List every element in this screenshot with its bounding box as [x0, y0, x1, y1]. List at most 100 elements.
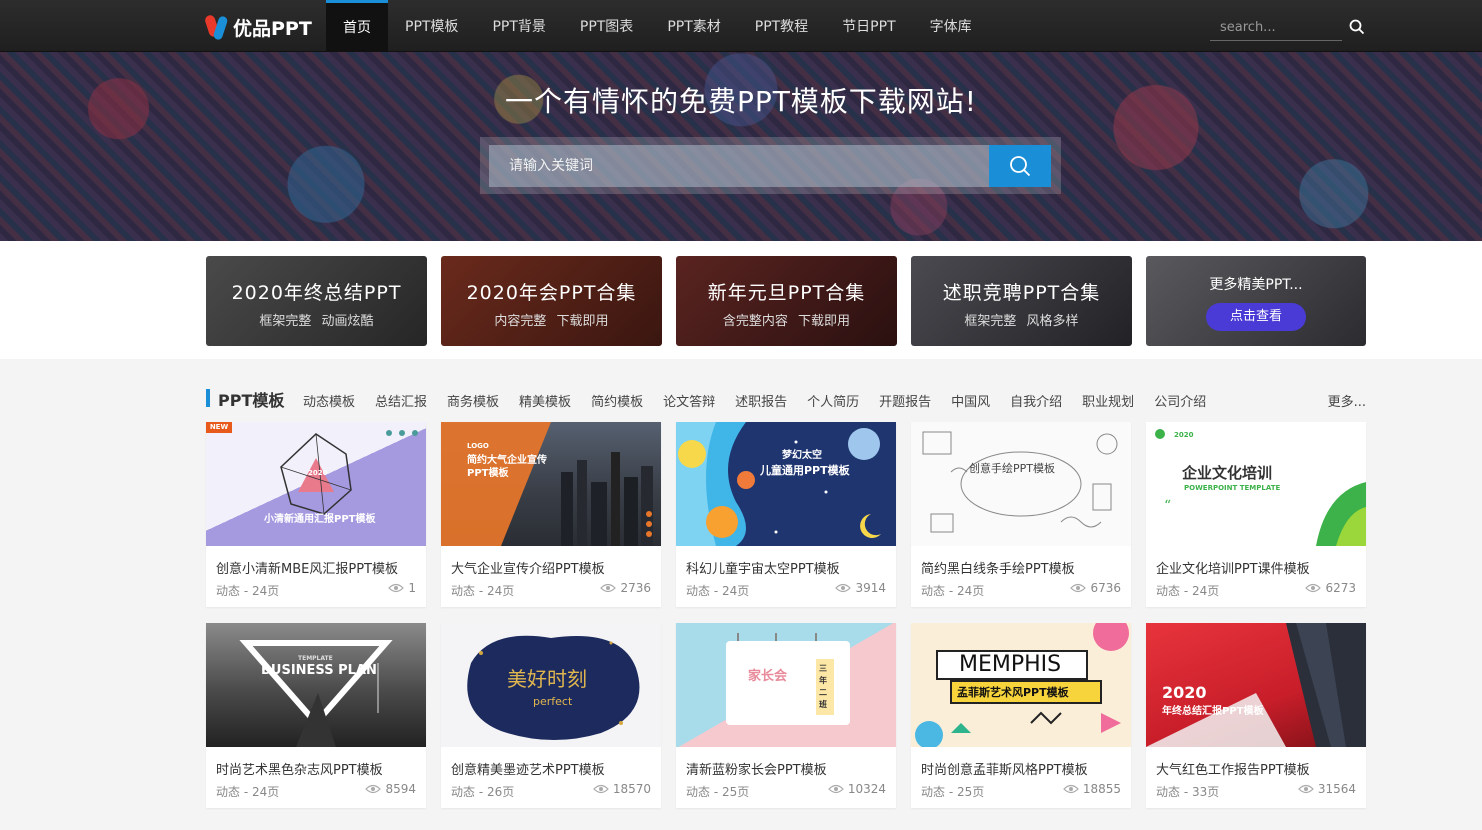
logo-text: 优品PPT: [233, 17, 312, 40]
promo-banner-job-report[interactable]: 述职竞聘PPT合集 框架完整 风格多样: [911, 256, 1132, 346]
thumb-subtitle: perfect: [533, 695, 573, 708]
category-tab[interactable]: 动态模板: [303, 391, 355, 410]
template-title[interactable]: 大气红色工作报告PPT模板: [1156, 759, 1310, 778]
promo-banner-annual-meeting[interactable]: 2020年会PPT合集 内容完整 下载即用: [441, 256, 662, 346]
banner-subtitle: 内容完整 下载即用: [494, 314, 609, 329]
template-card[interactable]: 创意手绘PPT模板 简约黑白线条手绘PPT模板 动态 - 24页 6736: [911, 422, 1131, 607]
template-meta: 动态 - 25页: [686, 785, 750, 799]
template-thumbnail[interactable]: “ 2020 企业文化培训 POWERPOINT TEMPLATE: [1146, 422, 1366, 546]
thumb-year: 2020: [308, 469, 328, 477]
view-count: 8594: [365, 782, 416, 796]
category-tab[interactable]: 中国风: [951, 391, 990, 410]
template-title[interactable]: 企业文化培训PPT课件模板: [1156, 558, 1310, 577]
template-card[interactable]: TEMPLATE BUSINESS PLAN 时尚艺术黑色杂志风PPT模板 动态…: [206, 623, 426, 808]
thumb-tag: 梦幻太空: [782, 450, 822, 461]
category-tab[interactable]: 述职报告: [735, 391, 787, 410]
category-tab[interactable]: 精美模板: [519, 391, 571, 410]
template-thumbnail[interactable]: LOGO 简约大气企业宣传PPT模板: [441, 422, 661, 546]
new-badge: NEW: [206, 422, 232, 433]
site-logo[interactable]: 优品PPT: [203, 12, 312, 42]
template-card[interactable]: NEW 2020 小清新通用汇报PPT模板 创意小清新MBE风汇报PPT模板 动…: [206, 422, 426, 607]
nav-item-home[interactable]: 首页: [326, 0, 388, 52]
template-title[interactable]: 简约黑白线条手绘PPT模板: [921, 558, 1075, 577]
eye-icon: [827, 784, 844, 794]
template-thumbnail[interactable]: 创意手绘PPT模板: [911, 422, 1131, 546]
calendar-illustration: [726, 633, 850, 725]
thumb-subtitle: POWERPOINT TEMPLATE: [1184, 484, 1281, 492]
template-card[interactable]: “ 2020 企业文化培训 POWERPOINT TEMPLATE 企业文化培训…: [1146, 422, 1366, 607]
thumb-year: 2020: [1174, 431, 1194, 439]
category-tab[interactable]: 总结汇报: [375, 391, 427, 410]
hero-title: 一个有情怀的免费PPT模板下载网站!: [504, 85, 978, 118]
template-card[interactable]: 梦幻太空 儿童通用PPT模板 科幻儿童宇宙太空PPT模板 动态 - 24页 39…: [676, 422, 896, 607]
category-tab[interactable]: 职业规划: [1082, 391, 1134, 410]
nav-item-ppt-backgrounds[interactable]: PPT背景: [475, 0, 562, 52]
category-tab[interactable]: 自我介绍: [1010, 391, 1062, 410]
template-thumbnail[interactable]: NEW 2020 小清新通用汇报PPT模板: [206, 422, 426, 546]
template-meta: 动态 - 26页: [451, 785, 515, 799]
view-count: 31564: [1297, 782, 1356, 796]
template-thumbnail[interactable]: 2020 年终总结汇报PPT模板: [1146, 623, 1366, 747]
eye-icon: [1305, 583, 1322, 593]
view-more-button[interactable]: 点击查看: [1206, 303, 1306, 331]
promo-banner-year-end[interactable]: 2020年终总结PPT 框架完整 动画炫酷: [206, 256, 427, 346]
nav-item-fonts[interactable]: 字体库: [913, 0, 989, 52]
view-count: 6273: [1305, 581, 1356, 595]
nav-item-ppt-charts[interactable]: PPT图表: [563, 0, 650, 52]
nav-search-input[interactable]: [1210, 14, 1330, 40]
view-count-value: 3914: [855, 581, 886, 595]
hero-search-box: [480, 137, 1061, 194]
template-meta: 动态 - 25页: [921, 785, 985, 799]
template-title[interactable]: 创意精美墨迹艺术PPT模板: [451, 759, 605, 778]
promo-banner-more[interactable]: 更多精美PPT... 点击查看: [1146, 256, 1366, 346]
template-thumbnail[interactable]: TEMPLATE BUSINESS PLAN: [206, 623, 426, 747]
thumb-title: 家长会: [748, 669, 788, 684]
thumb-subtitle: 孟菲斯艺术风PPT模板: [957, 686, 1069, 699]
banner-title: 2020年会PPT合集: [466, 282, 637, 304]
template-title[interactable]: 创意小清新MBE风汇报PPT模板: [216, 558, 398, 577]
template-card[interactable]: LOGO 简约大气企业宣传PPT模板 大气企业宣传介绍PPT模板 动态 - 24…: [441, 422, 661, 607]
category-tab[interactable]: 公司介绍: [1154, 391, 1206, 410]
nav-item-ppt-materials[interactable]: PPT素材: [650, 0, 737, 52]
promo-banner-new-year[interactable]: 新年元旦PPT合集 含完整内容 下载即用: [676, 256, 897, 346]
template-title[interactable]: 清新蓝粉家长会PPT模板: [686, 759, 827, 778]
view-count-value: 6736: [1090, 581, 1121, 595]
template-thumbnail[interactable]: 家长会 三年二班: [676, 623, 896, 747]
template-title[interactable]: 时尚艺术黑色杂志风PPT模板: [216, 759, 383, 778]
template-card[interactable]: 家长会 三年二班 清新蓝粉家长会PPT模板 动态 - 25页 10324: [676, 623, 896, 808]
template-meta: 动态 - 24页: [686, 584, 750, 598]
thumb-logo: LOGO: [467, 442, 489, 450]
eye-icon: [835, 583, 852, 593]
template-title[interactable]: 科幻儿童宇宙太空PPT模板: [686, 558, 840, 577]
thumb-title: 美好时刻: [507, 667, 587, 691]
template-title[interactable]: 大气企业宣传介绍PPT模板: [451, 558, 605, 577]
template-thumbnail[interactable]: 梦幻太空 儿童通用PPT模板: [676, 422, 896, 546]
category-tab[interactable]: 论文答辩: [663, 391, 715, 410]
template-card[interactable]: MEMPHIS 孟菲斯艺术风PPT模板 时尚创意孟菲斯风格PPT模板 动态 - …: [911, 623, 1131, 808]
category-tabs: 动态模板 总结汇报 商务模板 精美模板 简约模板 论文答辩 述职报告 个人简历 …: [303, 391, 1226, 410]
hero-search-button[interactable]: [989, 145, 1051, 187]
search-icon[interactable]: [1349, 19, 1365, 35]
view-count: 3914: [835, 581, 886, 595]
category-tab[interactable]: 开题报告: [879, 391, 931, 410]
template-meta: 动态 - 24页: [216, 584, 280, 598]
category-tab[interactable]: 简约模板: [591, 391, 643, 410]
category-tab[interactable]: 个人简历: [807, 391, 859, 410]
svg-text:“: “: [1164, 498, 1171, 514]
category-more-link[interactable]: 更多...: [1328, 391, 1366, 410]
template-card[interactable]: 美好时刻 perfect 创意精美墨迹艺术PPT模板 动态 - 26页 1857…: [441, 623, 661, 808]
banner-subtitle: 框架完整 风格多样: [964, 314, 1079, 329]
template-thumbnail[interactable]: MEMPHIS 孟菲斯艺术风PPT模板: [911, 623, 1131, 747]
template-meta: 动态 - 24页: [451, 584, 515, 598]
nav-item-ppt-tutorials[interactable]: PPT教程: [738, 0, 825, 52]
view-count-value: 18855: [1082, 782, 1121, 796]
template-title[interactable]: 时尚创意孟菲斯风格PPT模板: [921, 759, 1088, 778]
template-meta: 动态 - 33页: [1156, 785, 1220, 799]
nav-item-holiday-ppt[interactable]: 节日PPT: [825, 0, 912, 52]
hero-search-input[interactable]: [489, 145, 989, 187]
category-tab[interactable]: 商务模板: [447, 391, 499, 410]
nav-item-ppt-templates[interactable]: PPT模板: [388, 0, 475, 52]
template-thumbnail[interactable]: 美好时刻 perfect: [441, 623, 661, 747]
banner-title: 2020年终总结PPT: [231, 282, 402, 304]
template-card[interactable]: 2020 年终总结汇报PPT模板 大气红色工作报告PPT模板 动态 - 33页 …: [1146, 623, 1366, 808]
